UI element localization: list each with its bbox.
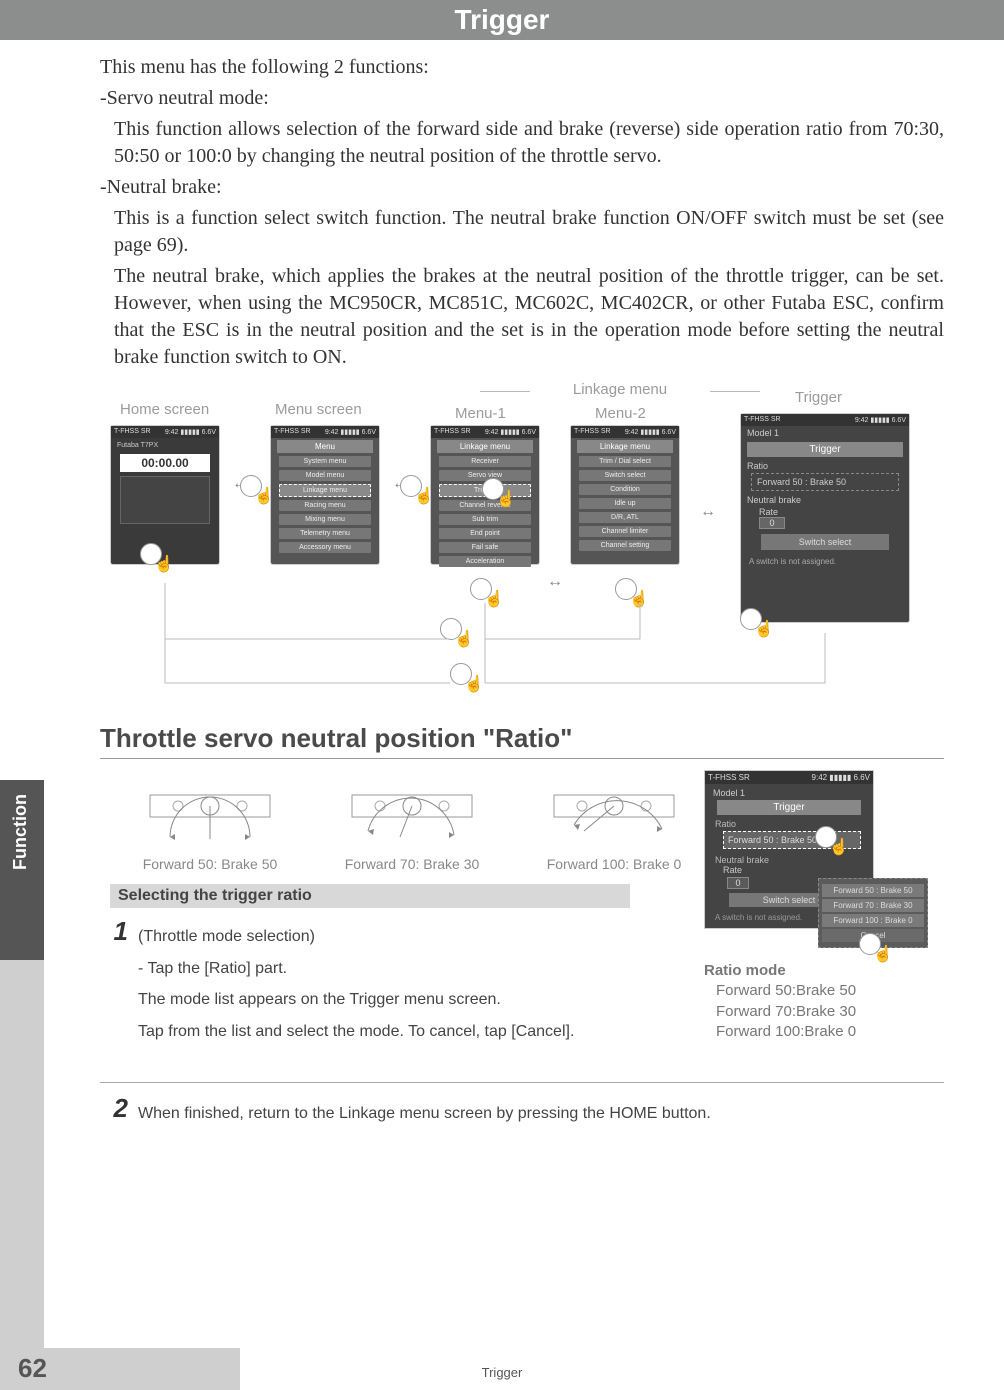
- footer-label: Trigger: [0, 1365, 1004, 1380]
- popup-option-70-30[interactable]: Forward 70 : Brake 30: [822, 899, 924, 912]
- step1-line1: - Tap the [Ratio] part.: [138, 958, 658, 980]
- ratio-figure-100-0: Forward 100: Brake 0: [534, 777, 694, 872]
- neutral-brake-label: -Neutral brake:: [100, 174, 944, 201]
- ratio-mode-popup: Forward 50 : Brake 50 Forward 70 : Brake…: [818, 878, 928, 948]
- ratio-mode-list: Ratio mode Forward 50:Brake 50 Forward 7…: [704, 961, 924, 1042]
- ratio-figure-70-30: Forward 70: Brake 30: [332, 777, 492, 872]
- connector-lines: [100, 383, 930, 703]
- tap-hand-icon: [815, 826, 837, 848]
- side-tab-label: Function: [10, 794, 31, 870]
- intro-block: This menu has the following 2 functions:…: [100, 54, 944, 371]
- navigation-diagram: Home screen Menu screen Linkage menu Men…: [100, 383, 944, 703]
- sub-heading: Selecting the trigger ratio: [110, 884, 630, 908]
- side-tab: Function: [0, 780, 44, 960]
- footer: 62 Trigger: [0, 1348, 1004, 1390]
- servo-mode-desc: This function allows selection of the fo…: [100, 116, 944, 170]
- step-2-wrap: 2 When finished, return to the Linkage m…: [100, 1082, 944, 1135]
- neutral-brake-desc1: This is a function select switch functio…: [100, 205, 944, 259]
- step2-text: When finished, return to the Linkage men…: [138, 1103, 944, 1125]
- step1-line2: The mode list appears on the Trigger men…: [138, 989, 658, 1011]
- neutral-brake-desc2: The neutral brake, which applies the bra…: [100, 263, 944, 371]
- ratio-figure-50-50: Forward 50: Brake 50: [130, 777, 290, 872]
- step1-title: (Throttle mode selection): [138, 926, 658, 948]
- step-2: 2 When finished, return to the Linkage m…: [100, 1093, 944, 1135]
- section-heading: Throttle servo neutral position "Ratio": [100, 723, 944, 759]
- servo-mode-label: -Servo neutral mode:: [100, 85, 944, 112]
- side-gray-strip: [0, 960, 44, 1348]
- tap-hand-icon: [859, 933, 881, 955]
- trigger-screen-detail: T-FHSS SR9:42 ▮▮▮▮▮ 6.6V Model 1 Trigger…: [704, 770, 874, 929]
- intro-line1: This menu has the following 2 functions:: [100, 54, 944, 81]
- trigger-screen-with-popup: T-FHSS SR9:42 ▮▮▮▮▮ 6.6V Model 1 Trigger…: [704, 770, 924, 1042]
- step1-line3: Tap from the list and select the mode. T…: [138, 1021, 658, 1043]
- popup-option-100-0[interactable]: Forward 100 : Brake 0: [822, 914, 924, 927]
- page-header: Trigger: [0, 0, 1004, 40]
- page-title: Trigger: [455, 4, 550, 35]
- popup-option-50-50[interactable]: Forward 50 : Brake 50: [822, 884, 924, 897]
